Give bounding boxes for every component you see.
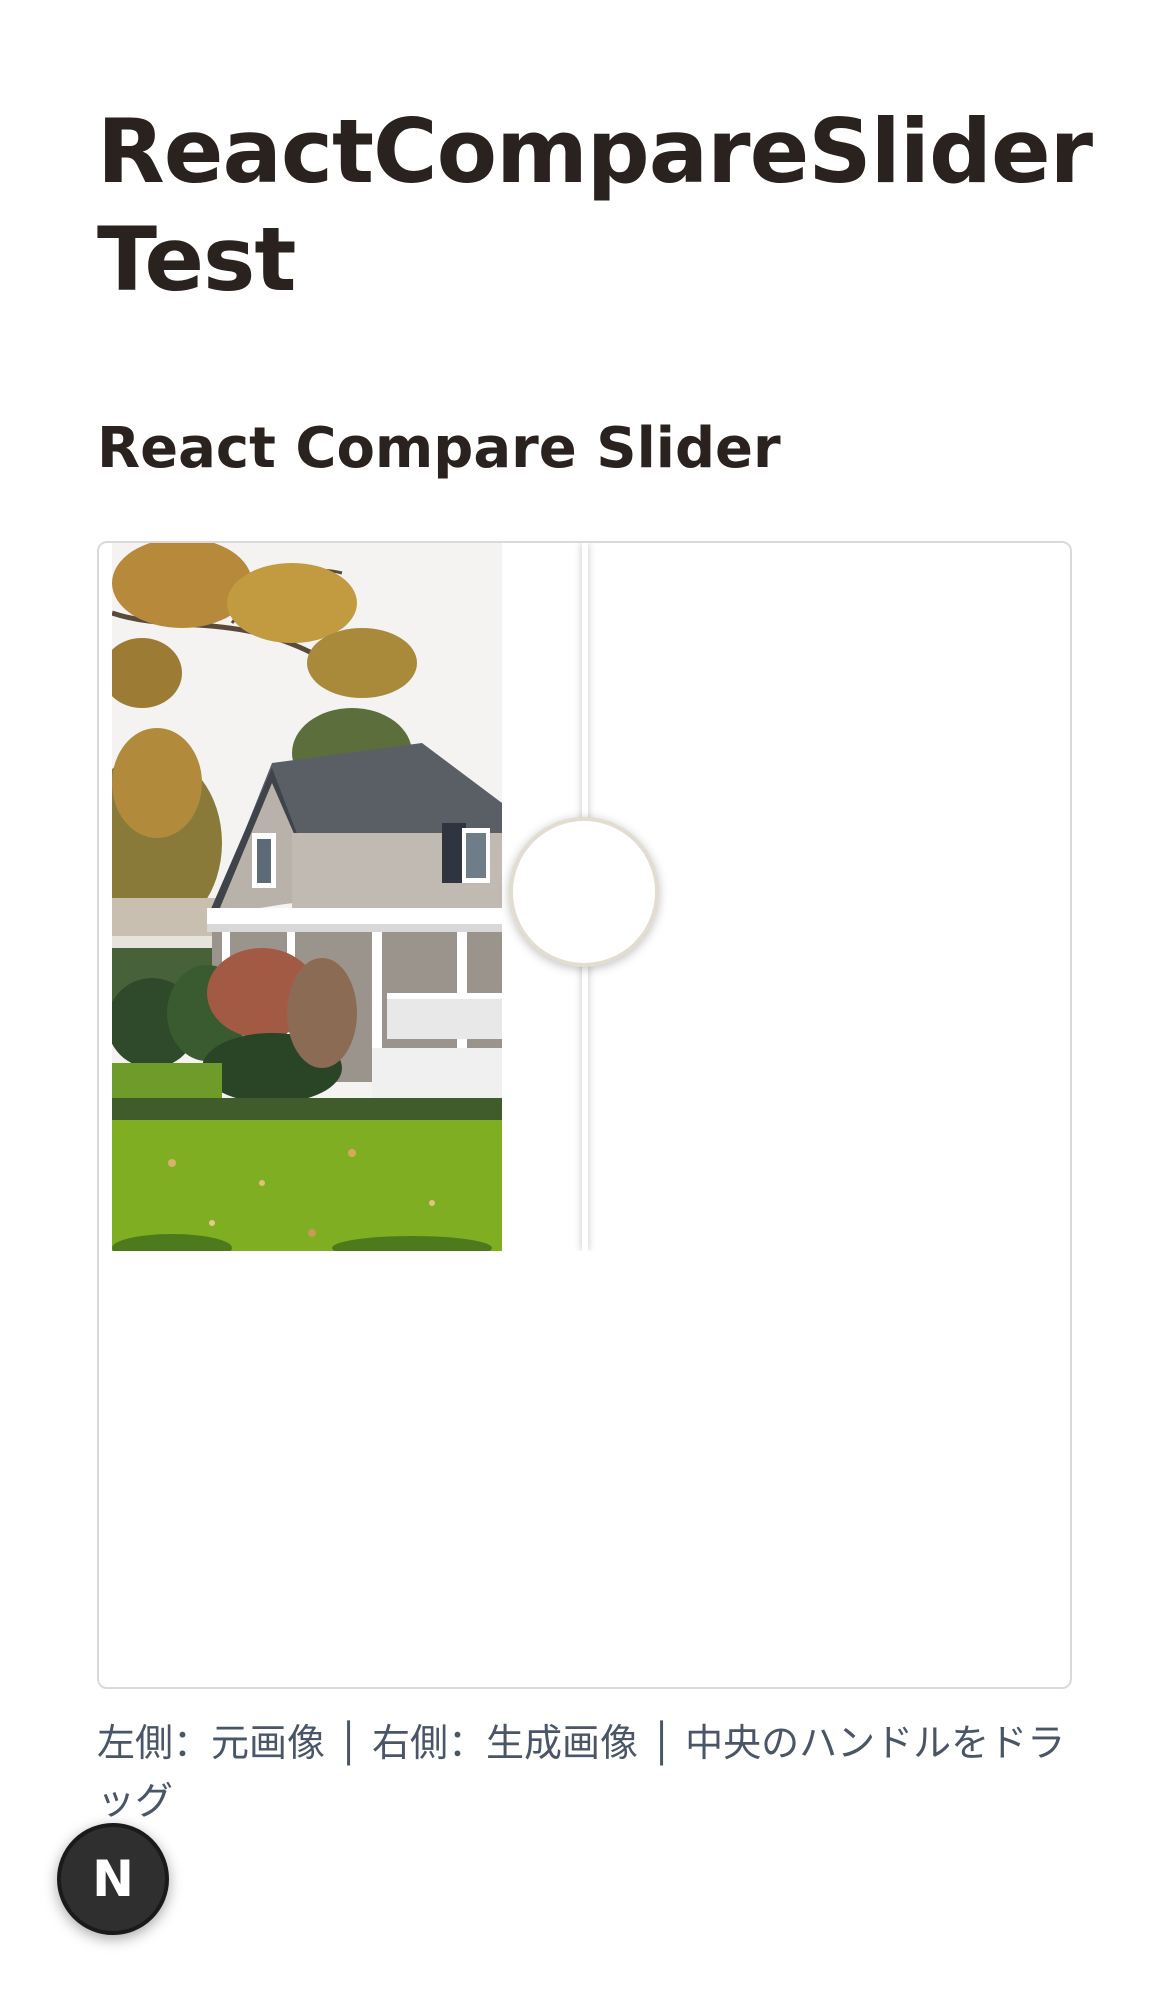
slider-handle[interactable] [509, 817, 659, 967]
dev-badge-label: N [92, 1850, 134, 1908]
house-photo [112, 543, 502, 1251]
compare-slider-container[interactable] [97, 541, 1072, 1689]
slider-caption: 左側：元画像 │ 右側：生成画像 │ 中央のハンドルをドラッグ [97, 1721, 1066, 1823]
nextjs-logo-icon[interactable]: N [57, 1823, 169, 1935]
section-title: React Compare Slider [97, 416, 781, 481]
original-image [112, 543, 502, 1251]
page-title: ReactCompareSlider Test [97, 100, 1093, 311]
